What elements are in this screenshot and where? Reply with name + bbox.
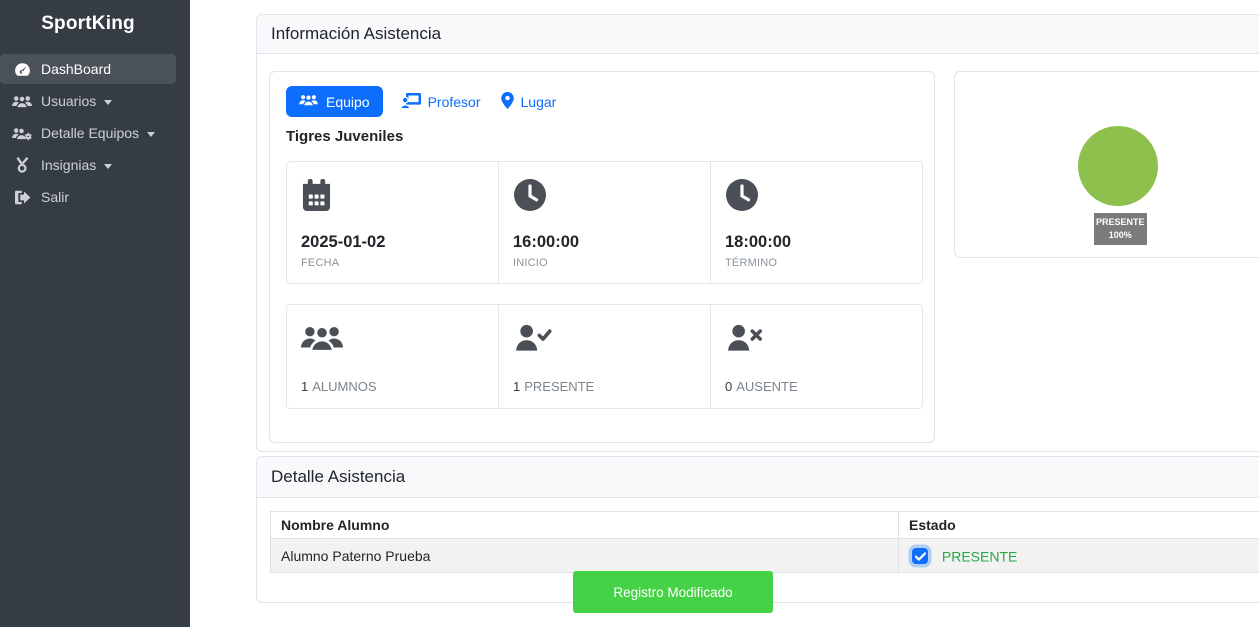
inicio-card: 16:00:00 INICIO [499,161,711,284]
user-check-icon [513,321,696,355]
view-tabs: Equipo Profesor [286,86,918,117]
tab-label: Equipo [326,94,370,110]
inicio-label: INICIO [513,257,696,269]
sign-out-icon [11,190,33,205]
col-nombre-alumno: Nombre Alumno [271,512,899,539]
tachometer-icon [11,62,33,77]
team-name: Tigres Juveniles [286,128,918,145]
ausente-label: AUSENTE [736,379,797,394]
col-estado: Estado [899,512,1259,539]
inicio-value: 16:00:00 [513,233,696,252]
sidebar-item-label: Insignias [41,157,96,173]
termino-label: TÉRMINO [725,257,908,269]
ausente-card: 0 AUSENTE [711,304,923,409]
termino-card: 18:00:00 TÉRMINO [711,161,923,284]
sidebar-item-label: Salir [41,189,69,205]
alumno-estado-cell: PRESENTE [899,539,1259,573]
clock-icon [513,178,696,212]
pie-label-category: PRESENTE [1096,216,1145,229]
presente-count: 1 [513,379,520,394]
sidebar-item-salir[interactable]: Salir [0,182,176,212]
map-marker-icon [501,92,514,112]
tab-label: Profesor [428,94,481,110]
detail-panel-header: Detalle Asistencia [257,457,1259,498]
sidebar: SportKing DashBoard [0,0,190,627]
stats-grid: 1 ALUMNOS 1 PRESENTE [286,304,923,409]
info-panel-title: Información Asistencia [271,24,441,43]
alumnos-label: ALUMNOS [312,379,376,394]
attendance-pie-chart [1078,126,1158,206]
fecha-card: 2025-01-02 FECHA [286,161,499,284]
sidebar-item-label: DashBoard [41,61,111,77]
clock-icon [725,178,908,212]
fecha-label: FECHA [301,257,484,269]
attendance-summary-card: Equipo Profesor [269,71,935,443]
chevron-down-icon [104,100,112,105]
estado-value: PRESENTE [942,548,1017,564]
sidebar-item-label: Usuarios [41,93,96,109]
sidebar-item-dashboard[interactable]: DashBoard [0,54,176,84]
table-header-row: Nombre Alumno Estado [271,512,1259,539]
schedule-grid: 2025-01-02 FECHA 16:00:00 INICIO [286,161,923,284]
info-panel-header: Información Asistencia [257,15,1259,54]
tab-equipo[interactable]: Equipo [286,86,383,117]
users-icon [301,321,484,355]
info-asistencia-panel: Información Asistencia Equipo [256,14,1259,452]
pie-chart-label: PRESENTE 100% [1094,213,1147,245]
table-row: Alumno Paterno Prueba PRESENTE [271,539,1259,573]
app-brand: SportKing [0,0,176,47]
pie-label-percent: 100% [1096,229,1145,242]
medal-icon [11,157,33,173]
alumnos-count: 1 [301,379,308,394]
presente-label: PRESENTE [524,379,594,394]
presente-checkbox[interactable] [912,548,928,564]
termino-value: 18:00:00 [725,233,908,252]
detail-panel-title: Detalle Asistencia [271,467,405,486]
sidebar-item-detalle-equipos[interactable]: Detalle Equipos [0,118,176,148]
user-times-icon [725,321,908,355]
chalkboard-teacher-icon [401,92,421,112]
tab-label: Lugar [521,94,557,110]
users-icon [299,93,318,110]
alumno-nombre-cell: Alumno Paterno Prueba [271,539,899,573]
alumnos-card: 1 ALUMNOS [286,304,499,409]
sidebar-item-usuarios[interactable]: Usuarios [0,86,176,116]
ausente-count: 0 [725,379,732,394]
fecha-value: 2025-01-02 [301,233,484,252]
toast-notification: Registro Modificado [573,571,773,613]
attendance-table: Nombre Alumno Estado Alumno Paterno Prue… [270,511,1259,573]
sidebar-nav: DashBoard Usuarios [0,54,190,212]
tab-lugar[interactable]: Lugar [499,86,559,117]
attendance-chart-card: PRESENTE 100% [954,71,1259,258]
sidebar-item-label: Detalle Equipos [41,125,139,141]
presente-card: 1 PRESENTE [499,304,711,409]
chevron-down-icon [104,164,112,169]
users-icon [11,94,33,109]
chevron-down-icon [147,132,155,137]
calendar-icon [301,178,484,212]
sidebar-item-insignias[interactable]: Insignias [0,150,176,180]
users-cog-icon [11,126,33,141]
tab-profesor[interactable]: Profesor [399,86,483,117]
